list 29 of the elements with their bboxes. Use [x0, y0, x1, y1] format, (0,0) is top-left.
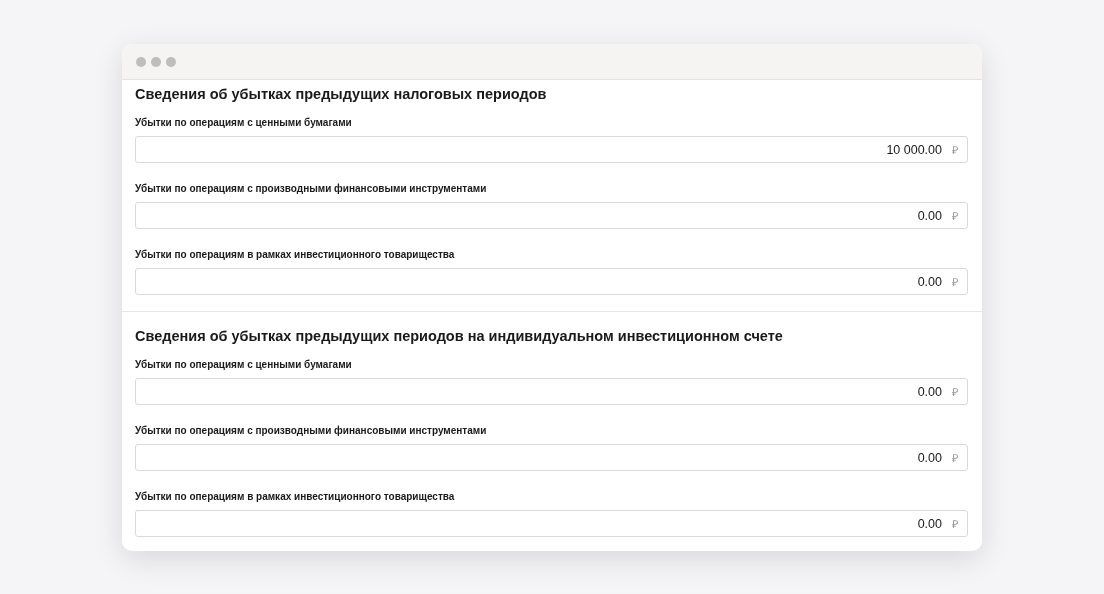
field-label: Убытки по операциям в рамках инвестиционного товарищества	[135, 249, 456, 261]
amount-field[interactable]: 0.00 ₽	[135, 378, 968, 405]
amount-field[interactable]: 0.00 ₽	[135, 268, 968, 295]
field-label: Убытки по операциям с производными финансовыми инструментами	[135, 183, 488, 195]
currency-sign: ₽	[952, 385, 958, 399]
field-label: Убытки по операциям в рамках инвестиционного товарищества	[135, 491, 456, 503]
field-label: Убытки по операциям с ценными бумагами	[135, 117, 353, 129]
field-value: 0.00	[917, 516, 942, 531]
field-value: 0.00	[917, 450, 942, 465]
field-label: Убытки по операциям с ценными бумагами	[135, 359, 353, 371]
amount-field[interactable]: 0.00 ₽	[135, 202, 968, 229]
field-label: Убытки по операциям с производными финансовыми инструментами	[135, 425, 488, 437]
currency-sign: ₽	[952, 209, 958, 223]
currency-sign: ₽	[952, 275, 958, 289]
currency-sign: ₽	[952, 517, 958, 531]
field-value: 0.00	[917, 274, 942, 289]
window-control-icon[interactable]	[151, 56, 161, 67]
currency-sign: ₽	[952, 451, 958, 465]
amount-field[interactable]: 10 000.00 ₽	[135, 136, 968, 163]
field-value: 10 000.00	[886, 142, 942, 157]
section-title: Сведения об убытках предыдущих налоговых периодов	[135, 85, 548, 103]
window-control-icon[interactable]	[136, 56, 146, 67]
window-control-icon[interactable]	[166, 56, 176, 67]
field-value: 0.00	[917, 208, 942, 223]
amount-field[interactable]: 0.00 ₽	[135, 444, 968, 471]
currency-sign: ₽	[952, 143, 958, 157]
field-value: 0.00	[917, 384, 942, 399]
section-title: Сведения об убытках предыдущих периодов на индивидуальном инвестиционном счете	[135, 327, 784, 345]
amount-field[interactable]: 0.00 ₽	[135, 510, 968, 537]
